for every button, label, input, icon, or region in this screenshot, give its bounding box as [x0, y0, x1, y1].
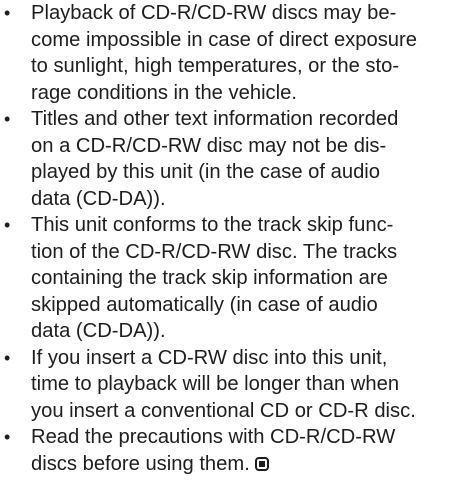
text-line: come impossible in case of direct exposu…	[31, 28, 417, 51]
list-item: • Playback of CD-R/CD-RW discs may be- c…	[0, 0, 455, 106]
text-line: tion of the CD-R/CD-RW disc. The tracks	[31, 240, 398, 263]
end-of-section-icon	[254, 456, 269, 471]
bullet-icon: •	[4, 215, 11, 235]
bullet-icon: •	[4, 347, 11, 368]
text-line: Read the precautions with CD-R/CD-RW	[31, 426, 396, 448]
text-line-content: discs before using them.	[31, 452, 250, 475]
bullet-icon: •	[4, 109, 11, 129]
text-line: on a CD-R/CD-RW disc may not be dis-	[31, 134, 387, 157]
list-item: • If you insert a CD-RW disc into this u…	[0, 345, 455, 425]
text-line-last: discs before using them.	[31, 451, 455, 478]
precautions-list: • Playback of CD-R/CD-RW discs may be- c…	[0, 0, 455, 477]
text-line: you insert a conventional CD or CD-R dis…	[31, 399, 416, 422]
text-line: If you insert a CD-RW disc into this uni…	[31, 346, 388, 369]
text-line: to sunlight, high temperatures, or the s…	[31, 55, 400, 77]
text-line: containing the track skip information ar…	[31, 267, 388, 289]
text-line: Playback of CD-R/CD-RW discs may be-	[31, 2, 397, 24]
bullet-icon: •	[4, 427, 11, 447]
text-line: data (CD-DA)).	[31, 320, 166, 342]
text-line: played by this unit (in the case of audi…	[31, 161, 381, 183]
document-page: • Playback of CD-R/CD-RW discs may be- c…	[0, 0, 455, 477]
text-line: rage conditions in the vehicle.	[31, 81, 297, 104]
bullet-icon: •	[4, 3, 11, 23]
text-line: skipped automatically (in case of audio	[31, 293, 378, 316]
text-line: Titles and other text information record…	[31, 108, 399, 130]
list-item: • This unit conforms to the track skip f…	[0, 212, 455, 345]
text-line: This unit conforms to the track skip fun…	[31, 214, 394, 236]
list-item: • Titles and other text information reco…	[0, 106, 455, 212]
list-item: • Read the precautions with CD-R/CD-RW d…	[0, 424, 455, 477]
text-line: data (CD-DA)).	[31, 187, 166, 210]
text-line: time to playback will be longer than whe…	[31, 373, 400, 395]
